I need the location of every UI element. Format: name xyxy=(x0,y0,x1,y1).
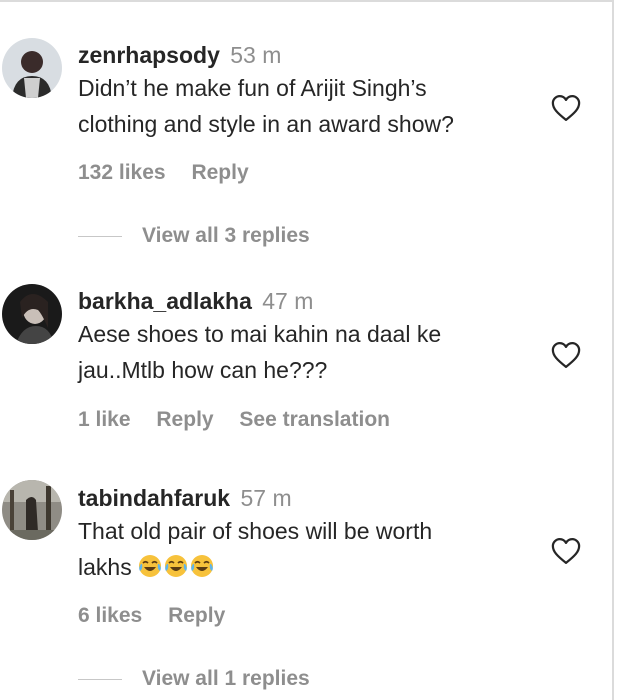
reply-button[interactable]: Reply xyxy=(191,161,248,184)
view-replies-button[interactable]: View all 3 replies xyxy=(78,224,310,248)
view-replies-button[interactable]: View all 1 replies xyxy=(78,667,310,691)
like-button[interactable] xyxy=(551,537,581,565)
comment-timestamp[interactable]: 53 m xyxy=(230,42,281,68)
replies-divider-line xyxy=(78,235,122,237)
view-replies-label: View all 3 replies xyxy=(142,224,310,247)
face-with-tears-of-joy-icon xyxy=(139,555,162,577)
likes-count[interactable]: 1 like xyxy=(78,408,131,431)
reply-button[interactable]: Reply xyxy=(156,408,213,431)
likes-count[interactable]: 6 likes xyxy=(78,604,142,627)
comment-timestamp[interactable]: 57 m xyxy=(240,485,291,511)
heart-outline-icon xyxy=(551,538,581,564)
view-replies-label: View all 1 replies xyxy=(142,667,310,690)
panel-right-border xyxy=(612,0,614,700)
comment-timestamp[interactable]: 47 m xyxy=(262,288,313,314)
comment-text-line: Didn’t he make fun of Arijit Singh’s xyxy=(78,75,427,101)
see-translation-button[interactable]: See translation xyxy=(239,408,390,431)
heart-outline-icon xyxy=(551,342,581,368)
comment-text-line: clothing and style in an award show? xyxy=(78,111,454,137)
emoji-group xyxy=(138,554,216,580)
avatar[interactable] xyxy=(2,38,62,98)
reply-button[interactable]: Reply xyxy=(168,604,225,627)
avatar[interactable] xyxy=(2,284,62,344)
like-button[interactable] xyxy=(551,94,581,122)
replies-divider-line xyxy=(78,678,122,680)
face-with-tears-of-joy-icon xyxy=(191,555,214,577)
comment-text-line: jau..Mtlb how can he??? xyxy=(78,357,328,383)
face-with-tears-of-joy-icon xyxy=(165,555,188,577)
heart-outline-icon xyxy=(551,95,581,121)
like-button[interactable] xyxy=(551,341,581,369)
comment-text-line: Aese shoes to mai kahin na daal ke xyxy=(78,321,442,347)
comment-username[interactable]: barkha_adlakha xyxy=(78,288,252,314)
comment-text-line: lakhs xyxy=(78,554,132,580)
comment-username[interactable]: tabindahfaruk xyxy=(78,485,230,511)
avatar[interactable] xyxy=(2,480,62,540)
comment-username[interactable]: zenrhapsody xyxy=(78,42,220,68)
panel-top-border xyxy=(0,0,612,2)
likes-count[interactable]: 132 likes xyxy=(78,161,166,184)
comment-text-line: That old pair of shoes will be worth xyxy=(78,518,433,544)
